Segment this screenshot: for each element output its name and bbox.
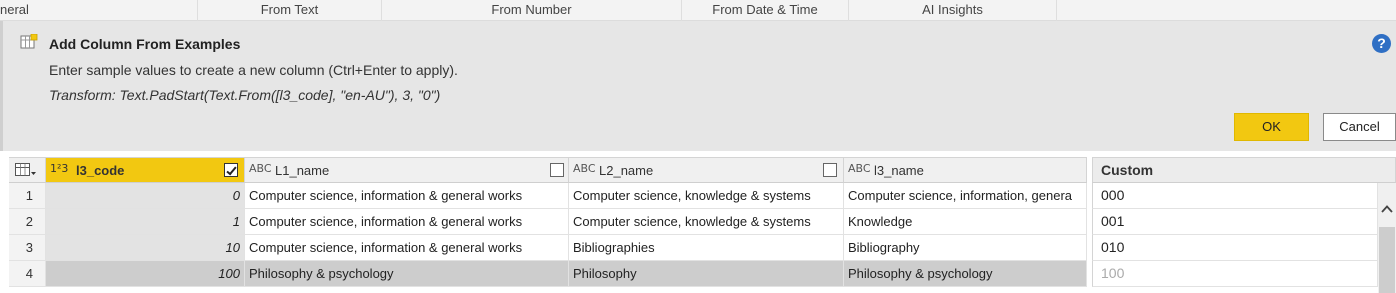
- cell-l3-name[interactable]: Knowledge: [844, 209, 1087, 235]
- column-checkbox-l2-name[interactable]: [823, 163, 837, 177]
- scroll-up-arrow-icon[interactable]: [1381, 203, 1393, 215]
- column-header-l3-name[interactable]: ABC l3_name: [844, 157, 1087, 183]
- whole-number-type-icon[interactable]: 1²3: [50, 162, 68, 175]
- cell-l1-name[interactable]: Computer science, information & general …: [245, 209, 569, 235]
- column-name-custom: Custom: [1101, 162, 1154, 178]
- row-number[interactable]: 3: [9, 235, 46, 261]
- cell-l1-name[interactable]: Computer science, information & general …: [245, 183, 569, 209]
- ribbon-group-ai-insights: AI Insights: [849, 0, 1057, 21]
- ribbon-group-from-date-time: From Date & Time: [682, 0, 849, 21]
- column-header-custom[interactable]: Custom: [1092, 157, 1396, 183]
- cell-l2-name[interactable]: Bibliographies: [569, 235, 844, 261]
- cell-l3-code[interactable]: 10: [46, 235, 245, 261]
- add-column-icon: [20, 34, 38, 49]
- column-checkbox-l3-code[interactable]: [224, 163, 238, 177]
- add-column-from-examples-pane: Add Column From Examples Enter sample va…: [0, 21, 1396, 151]
- cell-l1-name[interactable]: Philosophy & psychology: [245, 261, 569, 287]
- text-type-icon[interactable]: ABC: [573, 162, 596, 175]
- data-grid: 1²3 l3_code ABC L1_name ABC L2_name ABC …: [0, 151, 1396, 293]
- cell-custom-input[interactable]: 001: [1092, 209, 1378, 235]
- ok-button[interactable]: OK: [1234, 113, 1309, 141]
- cell-l3-name[interactable]: Computer science, information, genera: [844, 183, 1087, 209]
- help-icon[interactable]: ?: [1372, 34, 1391, 53]
- cancel-button[interactable]: Cancel: [1323, 113, 1396, 141]
- table-icon: [15, 163, 36, 176]
- column-name-l2-name: L2_name: [599, 163, 654, 178]
- column-checkbox-l1-name[interactable]: [550, 163, 564, 177]
- cell-custom-input[interactable]: 010: [1092, 235, 1378, 261]
- vertical-scrollbar[interactable]: [1378, 183, 1396, 293]
- cell-l3-code[interactable]: 0: [46, 183, 245, 209]
- column-name-l3-code: l3_code: [76, 163, 125, 178]
- column-name-l1-name: L1_name: [275, 163, 330, 178]
- cell-l3-name[interactable]: Philosophy & psychology: [844, 261, 1087, 287]
- row-number[interactable]: 1: [9, 183, 46, 209]
- text-type-icon[interactable]: ABC: [848, 162, 871, 175]
- ribbon-group-from-text: From Text: [198, 0, 382, 21]
- column-header-l3-code[interactable]: 1²3 l3_code: [46, 157, 245, 183]
- transform-formula: Transform: Text.PadStart(Text.From([l3_c…: [49, 87, 441, 103]
- cell-l3-code[interactable]: 1: [46, 209, 245, 235]
- cell-custom-suggestion[interactable]: 100: [1092, 261, 1378, 287]
- ribbon-group-bar: neral From Text From Number From Date & …: [0, 0, 1396, 21]
- cell-l2-name[interactable]: Computer science, knowledge & systems: [569, 183, 844, 209]
- ribbon-group-from-number: From Number: [382, 0, 682, 21]
- cell-l3-name[interactable]: Bibliography: [844, 235, 1087, 261]
- column-name-l3-name: l3_name: [874, 163, 924, 178]
- scrollbar-thumb[interactable]: [1379, 227, 1395, 293]
- row-number[interactable]: 4: [9, 261, 46, 287]
- pane-description: Enter sample values to create a new colu…: [49, 62, 458, 78]
- column-header-l2-name[interactable]: ABC L2_name: [569, 157, 844, 183]
- ribbon-group-general: neral: [0, 0, 198, 21]
- table-menu-button[interactable]: [9, 157, 46, 183]
- cell-custom-input[interactable]: 000: [1092, 183, 1378, 209]
- cell-l2-name[interactable]: Computer science, knowledge & systems: [569, 209, 844, 235]
- pane-title: Add Column From Examples: [49, 36, 241, 52]
- text-type-icon[interactable]: ABC: [249, 162, 272, 175]
- cell-l2-name[interactable]: Philosophy: [569, 261, 844, 287]
- cell-l3-code[interactable]: 100: [46, 261, 245, 287]
- cell-l1-name[interactable]: Computer science, information & general …: [245, 235, 569, 261]
- column-header-l1-name[interactable]: ABC L1_name: [245, 157, 569, 183]
- row-number[interactable]: 2: [9, 209, 46, 235]
